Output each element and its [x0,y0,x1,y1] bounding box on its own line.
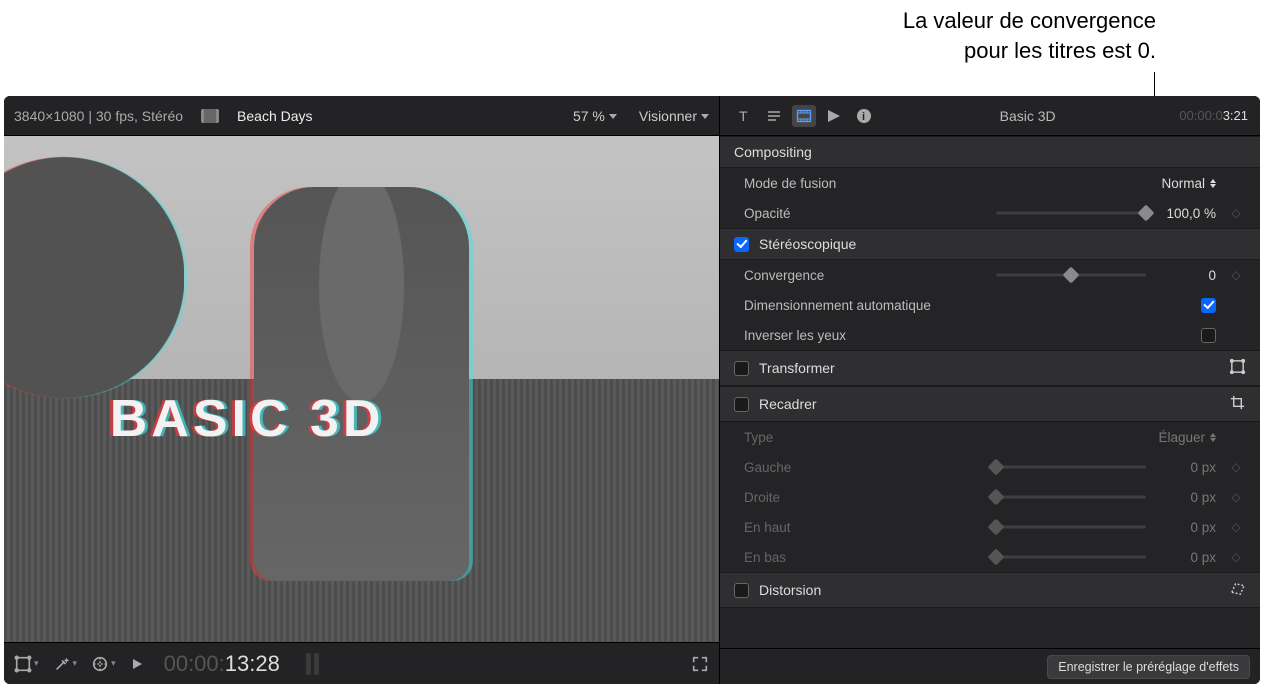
section-distortion[interactable]: Distorsion [720,572,1260,608]
timecode-dim: 00:00: [164,651,225,677]
tab-generator[interactable] [822,105,846,127]
effects-tool-icon[interactable]: ▾ [53,655,78,673]
inspector-footer: Enregistrer le préréglage d'effets [720,648,1260,684]
tab-info[interactable]: i [852,105,876,127]
color-tool-icon[interactable]: ▾ [91,655,116,673]
row-blend-mode: Mode de fusion Normal [720,168,1260,198]
crop-bottom-label: En bas [744,550,944,565]
resolution-info: 3840×1080 | 30 fps, Stéréo [14,108,183,124]
invert-eyes-checkbox[interactable] [1201,328,1216,343]
crop-left-value[interactable]: 0 px [1154,460,1216,475]
annotation-callout: La valeur de convergence pour les titres… [903,6,1156,65]
section-transform[interactable]: Transformer [720,350,1260,386]
row-crop-left: Gauche 0 px [720,452,1260,482]
annotation-line1: La valeur de convergence [903,6,1156,36]
crop-bottom-value[interactable]: 0 px [1154,550,1216,565]
tab-video[interactable] [792,105,816,127]
auto-dim-checkbox[interactable] [1201,298,1216,313]
inspector-header: T i Basic 3D 00:00:03:21 [720,96,1260,136]
opacity-keyframe[interactable] [1226,206,1246,220]
inspector-title: Basic 3D [884,108,1171,124]
crop-top-slider[interactable] [996,520,1146,534]
inspector-pane: T i Basic 3D 00:00:03:21 Compositing Mod… [720,96,1260,684]
tab-paragraph[interactable] [762,105,786,127]
convergence-label: Convergence [744,268,944,283]
viewer-canvas[interactable]: BASIC 3D [4,136,719,642]
crop-left-label: Gauche [744,460,944,475]
blend-mode-popup[interactable]: Normal [1161,176,1216,191]
row-crop-bottom: En bas 0 px [720,542,1260,572]
timecode-bright: 13:28 [225,651,280,677]
transform-label: Transformer [759,360,835,376]
app-window: 3840×1080 | 30 fps, Stéréo Beach Days 57… [4,96,1260,684]
crop-right-keyframe[interactable] [1226,490,1246,504]
crop-top-label: En haut [744,520,944,535]
title-overlay: BASIC 3D [110,389,385,449]
crop-right-slider[interactable] [996,490,1146,504]
crop-top-value[interactable]: 0 px [1154,520,1216,535]
crop-right-value[interactable]: 0 px [1154,490,1216,505]
crop-checkbox[interactable] [734,397,749,412]
view-dropdown[interactable]: Visionner [639,108,709,124]
inspector-tabs: T i [732,105,876,127]
crop-bottom-keyframe[interactable] [1226,550,1246,564]
svg-text:i: i [862,111,865,123]
convergence-value[interactable]: 0 [1154,268,1216,283]
save-preset-button[interactable]: Enregistrer le préréglage d'effets [1047,655,1250,679]
row-convergence: Convergence 0 [720,260,1260,290]
row-crop-top: En haut 0 px [720,512,1260,542]
crop-top-keyframe[interactable] [1226,520,1246,534]
row-opacity: Opacité 100,0 % [720,198,1260,228]
distortion-label: Distorsion [759,582,821,598]
opacity-label: Opacité [744,206,944,221]
annotation-line2: pour les titres est 0. [903,36,1156,66]
zoom-dropdown[interactable]: 57 % [573,108,617,124]
filmstrip-icon [201,109,219,123]
clip-title: Beach Days [237,108,312,124]
section-compositing: Compositing [720,136,1260,168]
svg-text:T: T [739,108,748,124]
viewer-footer: ▾ ▾ ▾ 00:00:13:28 [4,642,719,684]
invert-eyes-label: Inverser les yeux [744,328,1191,343]
inspector-body: Compositing Mode de fusion Normal Opacit… [720,136,1260,648]
viewer-timecode[interactable]: 00:00:13:28 [164,651,280,677]
audio-meter [306,653,319,675]
row-crop-type: Type Élaguer [720,422,1260,452]
row-auto-dim: Dimensionnement automatique [720,290,1260,320]
stereoscopic-checkbox[interactable] [734,237,749,252]
row-crop-right: Droite 0 px [720,482,1260,512]
transform-icon[interactable] [1229,358,1246,378]
opacity-value[interactable]: 100,0 % [1154,206,1216,221]
section-crop[interactable]: Recadrer [720,386,1260,422]
convergence-keyframe[interactable] [1226,268,1246,282]
stereoscopic-label: Stéréoscopique [759,236,856,252]
row-invert-eyes: Inverser les yeux [720,320,1260,350]
convergence-slider[interactable] [996,268,1146,282]
tab-text[interactable]: T [732,105,756,127]
blend-mode-label: Mode de fusion [744,176,944,191]
distortion-checkbox[interactable] [734,583,749,598]
viewer-header: 3840×1080 | 30 fps, Stéréo Beach Days 57… [4,96,719,136]
fullscreen-icon[interactable] [691,655,709,673]
crop-left-slider[interactable] [996,460,1146,474]
transform-tool-icon[interactable]: ▾ [14,655,39,673]
inspector-timecode: 00:00:03:21 [1179,108,1248,124]
crop-bottom-slider[interactable] [996,550,1146,564]
compositing-label: Compositing [734,144,812,160]
opacity-slider[interactable] [996,206,1146,220]
crop-icon[interactable] [1229,394,1246,414]
distortion-icon[interactable] [1229,580,1246,600]
crop-left-keyframe[interactable] [1226,460,1246,474]
play-button[interactable] [130,657,144,671]
section-stereoscopic[interactable]: Stéréoscopique [720,228,1260,260]
crop-type-popup[interactable]: Élaguer [1158,430,1216,445]
crop-label: Recadrer [759,396,817,412]
auto-dim-label: Dimensionnement automatique [744,298,1191,313]
transform-checkbox[interactable] [734,361,749,376]
viewer-pane: 3840×1080 | 30 fps, Stéréo Beach Days 57… [4,96,720,684]
crop-type-label: Type [744,430,944,445]
crop-right-label: Droite [744,490,944,505]
